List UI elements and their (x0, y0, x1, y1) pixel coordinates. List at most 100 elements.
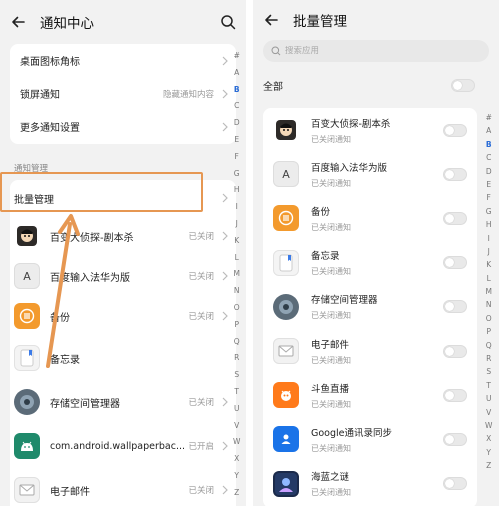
alphabet-letter[interactable]: K (486, 261, 491, 274)
annotation-arrow-icon (46, 214, 80, 368)
alphabet-letter[interactable]: F (487, 194, 491, 207)
notification-toggle[interactable] (443, 256, 467, 270)
alphabet-letter[interactable]: N (234, 287, 240, 304)
app-toggle-row[interactable]: 斗鱼直播 已关闭通知 (263, 373, 477, 417)
alphabet-letter[interactable]: P (486, 328, 491, 341)
app-text: 备忘录 已关闭通知 (311, 248, 351, 277)
select-all-toggle[interactable] (451, 78, 475, 92)
alphabet-index[interactable]: # A B C D E F G H I J K L M N O P Q R S T U V W X Y Z (485, 114, 492, 476)
alphabet-letter[interactable]: X (486, 435, 491, 448)
app-name: 海蓝之谜 (311, 472, 350, 484)
chevron-right-icon (222, 485, 228, 495)
notification-toggle[interactable] (443, 388, 467, 402)
alphabet-letter[interactable]: P (234, 321, 239, 338)
alphabet-letter[interactable]: S (486, 368, 491, 381)
search-bar[interactable] (263, 40, 489, 62)
alphabet-letter[interactable]: A (234, 69, 239, 86)
alphabet-letter[interactable]: # (234, 52, 240, 69)
notification-toggle[interactable] (443, 211, 467, 225)
app-toggle-row[interactable]: 海蓝之谜 已关闭通知 (263, 462, 477, 506)
alphabet-letter[interactable]: W (233, 438, 240, 455)
alphabet-letter[interactable]: C (234, 102, 239, 119)
alphabet-letter[interactable]: T (486, 381, 491, 395)
search-icon[interactable] (220, 14, 236, 30)
alphabet-letter[interactable]: G (486, 207, 492, 221)
alphabet-letter[interactable]: S (234, 371, 239, 388)
back-arrow-icon[interactable] (10, 14, 26, 30)
notification-toggle[interactable] (443, 477, 467, 491)
alphabet-letter[interactable]: O (486, 314, 492, 328)
alphabet-letter[interactable]: E (486, 181, 491, 194)
app-status: 已关闭通知 (311, 355, 351, 365)
app-toggle-row[interactable]: 电子邮件 已关闭通知 (263, 329, 477, 373)
app-row[interactable]: 存储空间管理器 已关闭 (10, 380, 236, 424)
alphabet-letter[interactable]: H (486, 221, 492, 234)
alphabet-letter[interactable]: V (486, 408, 491, 422)
alphabet-letter[interactable]: U (234, 405, 240, 422)
highlight-box (0, 172, 203, 212)
alphabet-letter[interactable]: B (234, 85, 240, 103)
more-settings-row[interactable]: 更多通知设置 (10, 110, 236, 143)
app-toggle-row[interactable]: Google通讯录同步 已关闭通知 (263, 417, 477, 461)
lockscreen-setting-row[interactable]: 锁屏通知 隐藏通知内容 (10, 77, 236, 110)
back-arrow-icon[interactable] (263, 12, 279, 28)
alphabet-letter[interactable]: Q (234, 337, 240, 355)
alphabet-letter[interactable]: L (487, 274, 491, 288)
notification-toggle[interactable] (443, 344, 467, 358)
notepad-icon (273, 249, 299, 276)
alphabet-letter[interactable]: I (488, 234, 490, 248)
alphabet-letter[interactable]: D (234, 119, 240, 136)
alphabet-letter[interactable]: I (236, 203, 238, 220)
alphabet-letter[interactable]: T (234, 388, 239, 405)
alphabet-letter[interactable]: Y (486, 448, 491, 462)
alphabet-letter[interactable]: A (486, 127, 491, 140)
app-toggle-row[interactable]: A 百度输入法华为版 已关闭通知 (263, 152, 477, 196)
alphabet-letter[interactable]: L (235, 253, 239, 271)
badge-setting-row[interactable]: 桌面图标角标 (10, 44, 236, 77)
notification-toggle[interactable] (443, 300, 467, 314)
app-status: 已关闭 (188, 232, 214, 242)
alphabet-letter[interactable]: M (485, 288, 491, 301)
alphabet-letter[interactable]: U (486, 395, 492, 408)
alphabet-letter[interactable]: D (486, 167, 492, 181)
alphabet-letter[interactable]: Z (234, 489, 239, 506)
alphabet-letter[interactable]: Z (486, 462, 491, 475)
alphabet-letter[interactable]: J (236, 220, 238, 237)
app-row[interactable]: com.android.wallpaperbac... 已开启 (10, 424, 236, 468)
alphabet-letter[interactable]: R (234, 354, 239, 371)
alphabet-letter[interactable]: Q (486, 341, 492, 355)
alphabet-letter[interactable]: H (234, 186, 240, 203)
notification-toggle[interactable] (443, 123, 467, 137)
alphabet-letter[interactable]: E (234, 136, 239, 153)
app-toggle-row[interactable]: 备份 已关闭通知 (263, 196, 477, 240)
chevron-right-icon (222, 193, 228, 203)
chevron-right-icon (222, 89, 228, 98)
alphabet-letter[interactable]: K (234, 237, 239, 254)
alphabet-letter[interactable]: O (234, 304, 240, 321)
alphabet-letter[interactable]: # (486, 114, 492, 127)
search-input[interactable] (285, 46, 465, 56)
alphabet-letter[interactable]: C (486, 154, 491, 167)
alphabet-letter[interactable]: W (485, 422, 492, 435)
alphabet-index[interactable]: # A B C D E F G H I J K L M N O P Q R S T U V W X Y Z (233, 52, 240, 506)
alphabet-letter[interactable]: G (234, 169, 240, 187)
alphabet-letter[interactable]: J (488, 248, 490, 261)
select-all-row[interactable]: 全部 (253, 62, 499, 108)
android-icon (14, 433, 40, 459)
app-toggle-list: 百变大侦探-剧本杀 已关闭通知 A 百度输入法华为版 已关闭通知 备份 已关闭通知备忘录 已关… (263, 108, 477, 506)
app-row[interactable]: 电子邮件 已关闭 (10, 468, 236, 506)
alphabet-letter[interactable]: V (234, 421, 239, 439)
app-toggle-row[interactable]: 备忘录 已关闭通知 (263, 241, 477, 285)
app-toggle-row[interactable]: 百变大侦探-剧本杀 已关闭通知 (263, 108, 477, 152)
alphabet-letter[interactable]: R (486, 355, 491, 368)
alphabet-letter[interactable]: F (235, 153, 239, 170)
alphabet-letter[interactable]: Y (234, 472, 239, 489)
notification-toggle[interactable] (443, 167, 467, 181)
alphabet-letter[interactable]: B (486, 140, 492, 154)
alphabet-letter[interactable]: M (233, 270, 239, 287)
notification-toggle[interactable] (443, 432, 467, 446)
alphabet-letter[interactable]: N (486, 301, 492, 314)
app-text: 电子邮件 已关闭通知 (311, 337, 351, 366)
alphabet-letter[interactable]: X (234, 455, 239, 472)
app-toggle-row[interactable]: 存储空间管理器 已关闭通知 (263, 285, 477, 329)
